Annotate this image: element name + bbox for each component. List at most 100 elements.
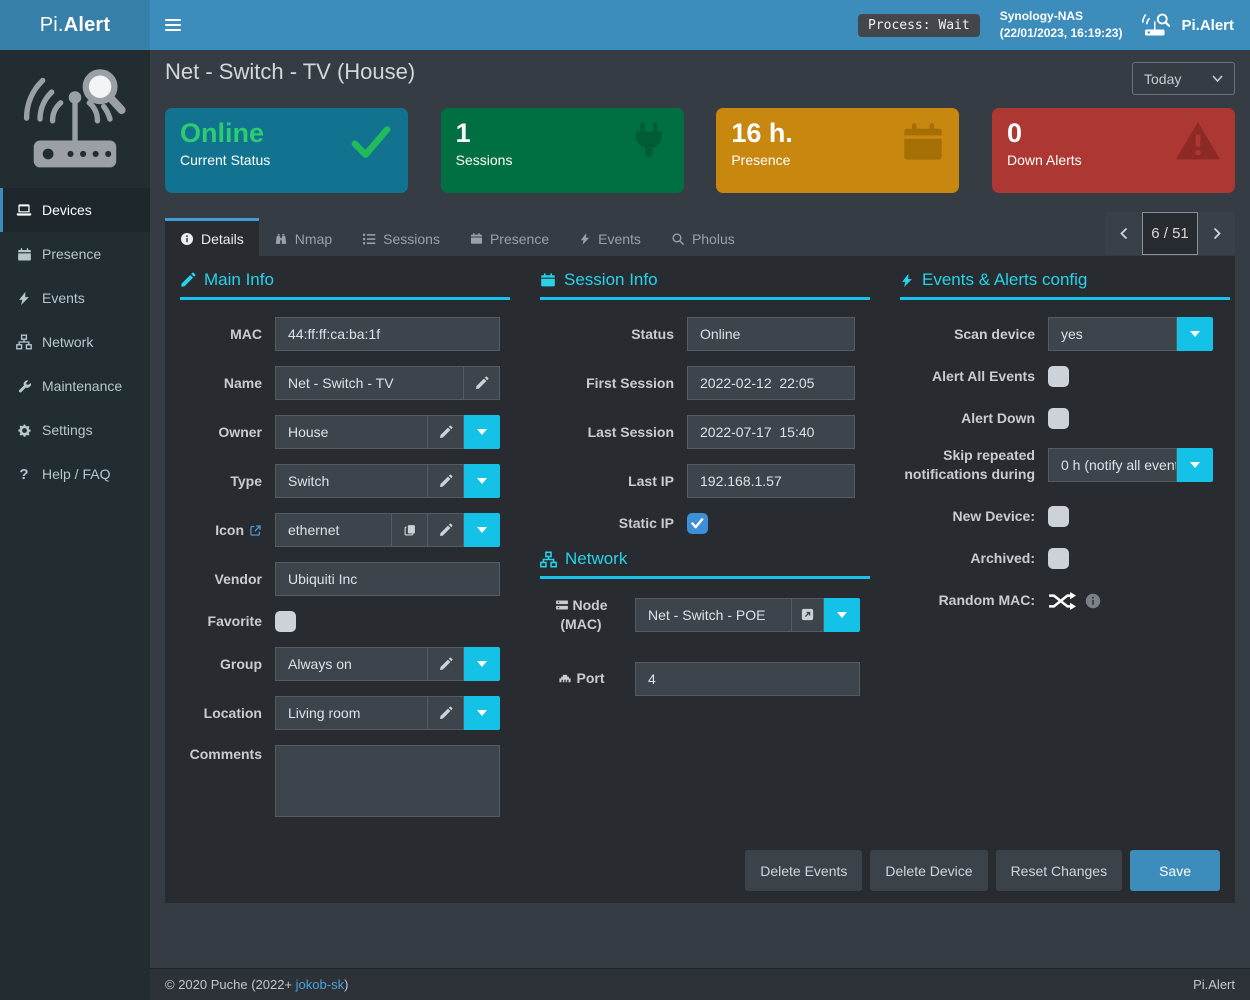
location-input[interactable] bbox=[275, 696, 428, 730]
caret-down-icon bbox=[477, 661, 487, 667]
edit-type-button[interactable] bbox=[428, 464, 464, 498]
delete-device-button[interactable]: Delete Device bbox=[870, 850, 987, 891]
sidebar-item-maintenance[interactable]: Maintenance bbox=[0, 364, 150, 408]
icon-dropdown-button[interactable] bbox=[464, 513, 500, 547]
field-vendor: Vendor bbox=[180, 562, 510, 596]
tab-pholus[interactable]: Pholus bbox=[656, 218, 750, 256]
edit-owner-button[interactable] bbox=[428, 415, 464, 449]
sidebar-item-presence[interactable]: Presence bbox=[0, 232, 150, 276]
node-mac-input[interactable] bbox=[635, 598, 792, 632]
card-down-alerts[interactable]: 0 Down Alerts bbox=[992, 108, 1235, 193]
field-label: Favorite bbox=[180, 612, 275, 631]
archived-checkbox[interactable] bbox=[1048, 548, 1069, 569]
author-link[interactable]: jokob-sk bbox=[296, 977, 344, 992]
sidebar-item-devices[interactable]: Devices bbox=[0, 188, 150, 232]
session-info-heading: Session Info bbox=[540, 270, 870, 300]
sidebar-item-events[interactable]: Events bbox=[0, 276, 150, 320]
owner-input[interactable] bbox=[275, 415, 428, 449]
status-input[interactable] bbox=[687, 317, 855, 351]
type-dropdown-button[interactable] bbox=[464, 464, 500, 498]
scan-device-dropdown-button[interactable] bbox=[1177, 317, 1213, 351]
calendar-icon bbox=[540, 272, 556, 288]
scan-device-select[interactable]: yes bbox=[1048, 317, 1177, 351]
brand-logo[interactable]: Pi.Alert bbox=[0, 0, 150, 50]
field-archived: Archived: bbox=[900, 548, 1230, 569]
group-input[interactable] bbox=[275, 647, 428, 681]
skip-notifications-select[interactable]: 0 h (notify all event bbox=[1048, 448, 1177, 482]
edit-icon-button[interactable] bbox=[428, 513, 464, 547]
tab-details[interactable]: Details bbox=[165, 218, 259, 256]
new-device-checkbox[interactable] bbox=[1048, 506, 1069, 527]
copyright-prefix: © 2020 Puche (2022+ bbox=[165, 977, 296, 992]
name-input[interactable] bbox=[275, 366, 464, 400]
info-icon[interactable] bbox=[1085, 593, 1101, 609]
edit-group-button[interactable] bbox=[428, 647, 464, 681]
location-dropdown-button[interactable] bbox=[464, 696, 500, 730]
sidebar-item-label: Events bbox=[42, 290, 85, 306]
edit-location-button[interactable] bbox=[428, 696, 464, 730]
events-config-heading: Events & Alerts config bbox=[900, 270, 1230, 300]
type-input[interactable] bbox=[275, 464, 428, 498]
bolt-icon bbox=[15, 291, 33, 306]
period-select[interactable]: Today bbox=[1132, 62, 1235, 95]
host-name: Synology-NAS bbox=[1000, 8, 1123, 25]
laptop-icon bbox=[15, 202, 33, 218]
port-input[interactable] bbox=[635, 662, 860, 696]
info-circle-icon bbox=[180, 232, 194, 246]
navbar-brand[interactable]: Pi.Alert bbox=[1142, 13, 1234, 37]
icon-input[interactable] bbox=[275, 513, 392, 547]
alert-all-events-checkbox[interactable] bbox=[1048, 366, 1069, 387]
alert-down-checkbox[interactable] bbox=[1048, 408, 1069, 429]
vendor-input[interactable] bbox=[275, 562, 500, 596]
favorite-checkbox[interactable] bbox=[275, 611, 296, 632]
owner-dropdown-button[interactable] bbox=[464, 415, 500, 449]
sidebar-item-help[interactable]: ? Help / FAQ bbox=[0, 452, 150, 496]
static-ip-checkbox[interactable] bbox=[687, 513, 708, 534]
card-presence[interactable]: 16 h. Presence bbox=[716, 108, 959, 193]
caret-down-icon bbox=[837, 612, 847, 618]
field-comments: Comments bbox=[180, 745, 510, 817]
field-port: Port bbox=[540, 662, 870, 696]
tab-nmap[interactable]: Nmap bbox=[259, 218, 347, 256]
edit-name-button[interactable] bbox=[464, 366, 500, 400]
section-title: Session Info bbox=[564, 270, 658, 290]
card-current-status[interactable]: Online Current Status bbox=[165, 108, 408, 193]
field-label: First Session bbox=[540, 374, 687, 393]
copy-icon-button[interactable] bbox=[392, 513, 428, 547]
save-button[interactable]: Save bbox=[1130, 850, 1220, 891]
open-node-button[interactable] bbox=[792, 598, 824, 632]
sidebar-menu: Devices Presence Events Network bbox=[0, 188, 150, 496]
section-title: Network bbox=[565, 549, 627, 569]
external-link-icon[interactable] bbox=[249, 524, 262, 537]
tab-sessions[interactable]: Sessions bbox=[347, 218, 455, 256]
sidebar-item-label: Devices bbox=[42, 202, 92, 218]
reset-changes-button[interactable]: Reset Changes bbox=[996, 850, 1123, 891]
field-owner: Owner bbox=[180, 415, 510, 449]
sidebar-item-settings[interactable]: Settings bbox=[0, 408, 150, 452]
group-dropdown-button[interactable] bbox=[464, 647, 500, 681]
field-label: Last IP bbox=[540, 472, 687, 491]
delete-events-button[interactable]: Delete Events bbox=[745, 850, 862, 891]
field-label: Scan device bbox=[900, 325, 1048, 344]
navbar-app-name: Pi.Alert bbox=[1181, 17, 1234, 34]
field-alert-down: Alert Down bbox=[900, 408, 1230, 429]
comments-textarea[interactable] bbox=[275, 745, 500, 817]
wrench-icon bbox=[15, 379, 33, 394]
hamburger-menu-icon[interactable] bbox=[150, 0, 196, 50]
mac-input[interactable] bbox=[275, 317, 500, 351]
first-session-input[interactable] bbox=[687, 366, 855, 400]
card-sessions[interactable]: 1 Sessions bbox=[441, 108, 684, 193]
tab-events[interactable]: Events bbox=[564, 218, 656, 256]
skip-notifications-dropdown-button[interactable] bbox=[1177, 448, 1213, 482]
node-dropdown-button[interactable] bbox=[824, 598, 860, 632]
field-scan-device: Scan device yes bbox=[900, 317, 1230, 351]
field-location: Location bbox=[180, 696, 510, 730]
host-timestamp: (22/01/2023, 16:19:23) bbox=[1000, 25, 1123, 42]
last-ip-input[interactable] bbox=[687, 464, 855, 498]
last-session-input[interactable] bbox=[687, 415, 855, 449]
tab-strip: Details Nmap Sessions bbox=[165, 218, 750, 256]
tab-presence[interactable]: Presence bbox=[455, 218, 564, 256]
pager-next-button[interactable] bbox=[1198, 212, 1235, 255]
sidebar-item-network[interactable]: Network bbox=[0, 320, 150, 364]
pager-prev-button[interactable] bbox=[1105, 212, 1142, 255]
